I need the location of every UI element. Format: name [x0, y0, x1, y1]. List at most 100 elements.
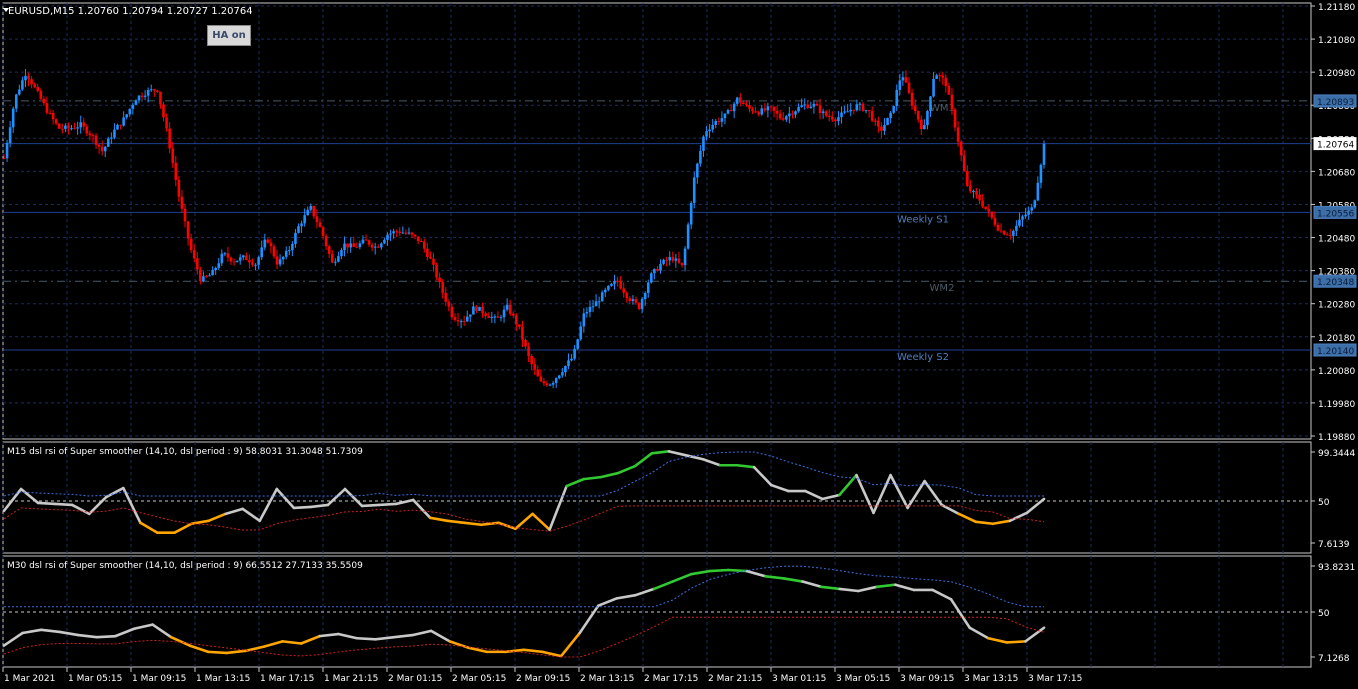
price-tick-label: 1.20980: [1318, 69, 1355, 79]
candle-body: [818, 105, 822, 113]
indicator2-rsi-segment: [615, 593, 637, 600]
candle-body: [671, 257, 675, 261]
ha-toggle-button[interactable]: HA on: [207, 25, 251, 46]
candle-body: [831, 116, 834, 120]
candle-body: [254, 264, 257, 266]
candle-body: [174, 162, 178, 180]
price-tag-label: 1.20348: [1317, 278, 1354, 288]
candle-body: [294, 232, 297, 244]
candle-body: [88, 133, 92, 136]
candle-body: [665, 259, 668, 261]
candle-body: [864, 110, 868, 112]
candle-body: [959, 141, 963, 156]
indicator2-rsi-segment: [801, 580, 823, 589]
candle-body: [143, 95, 147, 97]
indicator1-rsi-segment: [224, 507, 244, 516]
candle-body: [432, 258, 435, 265]
indicator2-rsi-segment: [819, 585, 842, 591]
candle-body: [220, 253, 224, 264]
candle-body: [551, 382, 555, 385]
indicator2-rsi-segment: [21, 628, 43, 635]
candle-body: [545, 383, 549, 386]
candle-body: [502, 309, 506, 318]
candle-body: [456, 320, 460, 322]
candle-body: [803, 104, 807, 106]
candle-body: [554, 378, 558, 383]
candle-body: [603, 289, 607, 293]
indicator1-rsi-segment: [514, 512, 534, 531]
candle-body: [306, 209, 310, 216]
candle-body: [858, 103, 862, 105]
candle-body: [794, 111, 797, 115]
candle-body: [364, 239, 368, 241]
candle-body: [435, 264, 438, 278]
price-tag-label: 1.20556: [1317, 209, 1354, 219]
price-tick-label: 1.20080: [1318, 367, 1355, 377]
candle-body: [27, 75, 30, 80]
indicator1-rsi-segment: [360, 503, 381, 508]
candle-body: [217, 263, 221, 268]
candle-body: [426, 248, 429, 258]
price-tick-label: 1.19880: [1318, 433, 1355, 443]
candle-body: [1030, 207, 1034, 211]
candle-body: [386, 234, 389, 240]
candle-body: [248, 259, 251, 263]
time-tick-label: 1 Mar 09:15: [132, 674, 186, 684]
candle-body: [67, 125, 70, 129]
candle-body: [272, 246, 276, 257]
candle-body: [536, 369, 540, 377]
candle-body: [926, 110, 929, 126]
candle-body: [515, 315, 518, 325]
candle-body: [241, 255, 245, 258]
indicator1-rsi-segment: [207, 512, 227, 523]
candle-body: [637, 302, 641, 309]
candle-body: [907, 82, 911, 93]
time-tick-label: 1 Mar 13:15: [196, 674, 250, 684]
candle-body: [634, 299, 638, 303]
time-tick-label: 3 Mar 01:15: [772, 674, 826, 684]
candle-body: [699, 150, 702, 164]
indicator2-rsi-segment: [355, 636, 377, 641]
candle-body: [855, 104, 859, 111]
indicator2-rsi-segment: [169, 635, 192, 647]
candle-body: [438, 277, 441, 282]
candle-body: [376, 246, 380, 248]
candle-body: [751, 108, 754, 112]
candle-body: [677, 258, 681, 263]
indicator1-rsi-segment: [991, 519, 1012, 526]
candle-body: [263, 239, 267, 248]
candle-body: [567, 360, 570, 367]
candle-body: [840, 112, 843, 118]
candle-body: [732, 103, 736, 112]
candle-body: [619, 281, 622, 289]
candle-body: [729, 110, 733, 112]
candle-body: [852, 109, 856, 111]
candle-body: [696, 163, 699, 178]
candle-body: [186, 221, 190, 239]
candle-body: [361, 239, 365, 244]
candle-body: [1039, 164, 1043, 183]
candle-body: [689, 202, 693, 225]
candle-body: [315, 216, 319, 223]
candle-body: [929, 96, 932, 111]
candle-body: [1024, 214, 1027, 217]
time-tick-label: 2 Mar 13:15: [580, 674, 634, 684]
indicator1-rsi-segment: [957, 512, 978, 524]
candle-body: [159, 91, 162, 105]
candle-body: [189, 238, 193, 251]
indicator2-rsi-segment: [336, 632, 359, 640]
candle-body: [791, 113, 794, 115]
candle-body: [275, 256, 279, 265]
indicator2-rsi-segment: [708, 568, 730, 573]
candle-body: [643, 293, 647, 300]
candle-body: [57, 123, 61, 129]
indicator1-title: M15 dsl rsi of Super smoother (14,10, ds…: [7, 447, 363, 457]
candle-body: [232, 261, 236, 263]
candle-body: [708, 129, 711, 132]
candle-body: [785, 116, 788, 120]
indicator1-rsi-segment: [428, 516, 449, 523]
candle-body: [490, 316, 494, 318]
candle-body: [205, 276, 208, 278]
candle-body: [631, 299, 635, 302]
candle-body: [597, 301, 601, 303]
